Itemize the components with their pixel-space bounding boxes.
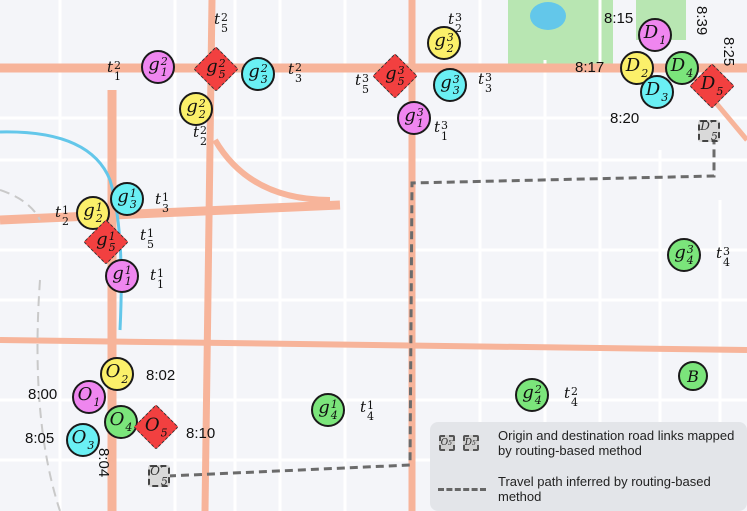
marker-g3-2: g23 (241, 57, 275, 91)
marker-g3-1: g13 (110, 182, 144, 216)
legend: O 5 ′ D 5 ′ Origin and destination road link… (430, 422, 747, 511)
marker-o2: O 2 (100, 357, 134, 391)
time-label-g4-2: t24 (564, 384, 579, 409)
time-label-g5-1: t15 (140, 226, 155, 251)
marker-d1: D 1 (638, 18, 672, 52)
marker-g2-2: g22 (179, 92, 213, 126)
legend-dest-link-icon: D 5 ′ (463, 435, 479, 451)
marker-g1-2: g21 (141, 50, 175, 84)
time-o5: 8:10 (186, 425, 216, 442)
mapped-link-d5p: D ′ 5 (698, 120, 720, 142)
time-o1: 8:00 (28, 386, 58, 403)
time-label-g4-1: t14 (360, 398, 375, 423)
time-label-g3-1: t13 (155, 190, 170, 215)
legend-travel-path-text: Travel path inferred by routing-based me… (498, 474, 711, 504)
time-o2: 8:02 (146, 367, 176, 384)
map-figure: g11g21g31g12g22g32g13g23g33g14g24g34g15g… (0, 0, 747, 511)
marker-g1-1: g11 (105, 259, 139, 293)
time-label-g2-3: t32 (448, 10, 463, 35)
marker-o4: O 4 (104, 405, 138, 439)
marker-g3-3: g33 (433, 68, 467, 102)
time-label-g1-2: t21 (107, 58, 122, 83)
legend-mini-dest-base: D (464, 438, 473, 448)
lake (530, 2, 566, 30)
time-d1: 8:15 (604, 10, 634, 27)
time-o4: 8:04 (95, 448, 112, 478)
marker-d3: D 3 (640, 75, 674, 109)
legend-mini-origin-base: O (440, 438, 449, 448)
marker-g4-1: g14 (311, 393, 345, 427)
time-label-g3-2: t23 (288, 60, 303, 85)
legend-mini-origin-sup: ′ (451, 439, 454, 447)
time-d4: 8:39 (693, 6, 710, 36)
legend-origin-link-icon: O 5 ′ (439, 435, 455, 451)
time-label-g3-3: t33 (478, 70, 493, 95)
time-label-g1-3: t31 (434, 118, 449, 143)
mapped-link-o5p: O ′ 5 (148, 465, 170, 487)
marker-o1: O 1 (72, 380, 106, 414)
time-label-g5-3: t35 (355, 71, 370, 96)
time-d2: 8:17 (575, 59, 605, 76)
time-label-g4-3: t34 (716, 244, 731, 269)
time-d3: 8:20 (610, 110, 640, 127)
time-label-g2-1: t12 (55, 203, 70, 228)
marker-g4-3: g34 (667, 238, 701, 272)
time-o3: 8:05 (25, 430, 55, 447)
legend-mapped-links-text: Origin and destination road links mapped… (498, 428, 735, 458)
marker-g1-3: g31 (397, 101, 431, 135)
marker-g4-2: g24 (515, 378, 549, 412)
time-label-g2-2: t22 (193, 123, 208, 148)
time-d5: 8:25 (720, 37, 737, 67)
marker-b: B (678, 361, 708, 391)
legend-path-dash-icon (438, 488, 486, 491)
time-label-g1-1: t11 (150, 266, 165, 291)
legend-mini-dest-sup: ′ (475, 439, 478, 447)
time-label-g5-2: t25 (214, 10, 229, 35)
